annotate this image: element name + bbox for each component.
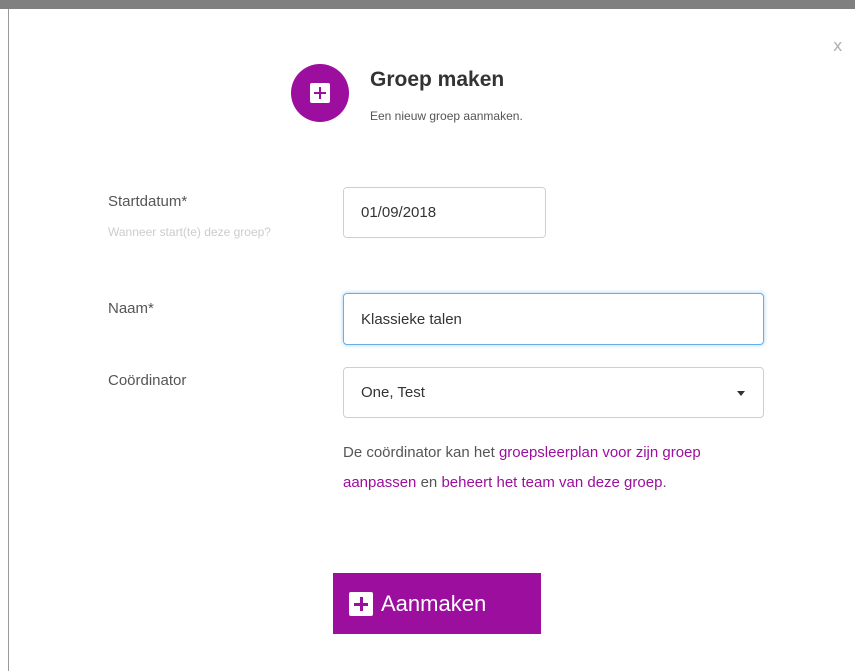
team-link[interactable]: beheert het team van deze groep xyxy=(441,474,662,491)
plus-square-icon xyxy=(349,591,373,616)
name-input[interactable] xyxy=(343,293,764,345)
name-label: Naam* xyxy=(108,300,154,317)
backdrop-edge xyxy=(0,9,9,671)
start-date-hint: Wanneer start(te) deze groep? xyxy=(108,225,271,239)
plus-square-icon xyxy=(291,64,349,122)
coordinator-select[interactable]: One, Test xyxy=(343,367,764,418)
start-date-label: Startdatum* xyxy=(108,193,188,210)
coordinator-label: Coördinator xyxy=(108,372,187,389)
dialog-subtitle: Een nieuw groep aanmaken. xyxy=(370,109,523,123)
start-date-group xyxy=(343,187,546,238)
coordinator-help-text: De coördinator kan het groepsleerplan vo… xyxy=(343,438,773,498)
dialog-title: Groep maken xyxy=(370,68,505,91)
coordinator-value: One, Test xyxy=(361,384,425,401)
backdrop xyxy=(0,0,855,9)
create-button[interactable]: Aanmaken xyxy=(333,573,541,634)
help-text-1: De coördinator kan het xyxy=(343,444,499,461)
chevron-down-icon xyxy=(737,391,745,396)
help-text-2: en xyxy=(416,474,442,491)
start-date-input[interactable] xyxy=(344,188,545,237)
close-button[interactable]: x xyxy=(833,36,842,55)
help-text-3: . xyxy=(662,474,667,491)
create-button-label: Aanmaken xyxy=(381,590,487,616)
